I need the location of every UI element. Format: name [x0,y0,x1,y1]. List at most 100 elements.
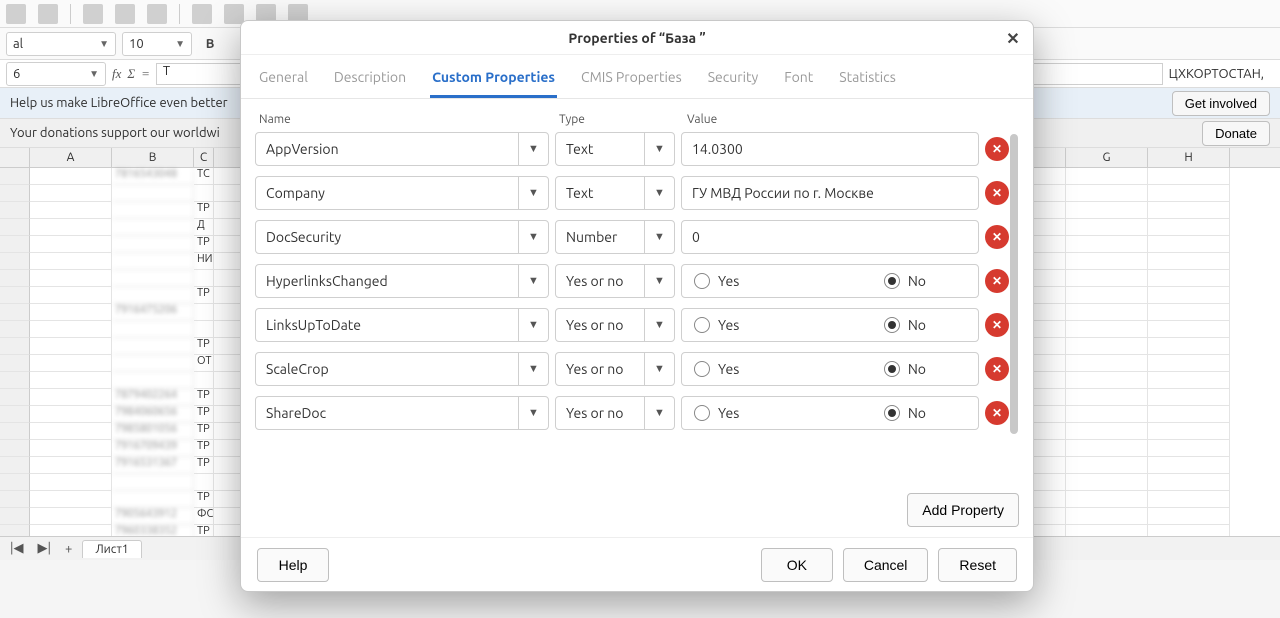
scrollbar[interactable] [1009,132,1019,487]
property-row: DocSecurity▼Number▼0✕ [255,220,1009,254]
help-button[interactable]: Help [257,548,329,582]
delete-property-button[interactable]: ✕ [985,401,1009,425]
property-row: AppVersion▼Text▼14.0300✕ [255,132,1009,166]
toolbar-icon[interactable] [192,4,212,24]
property-name-text: LinksUpToDate [256,317,518,333]
delete-property-button[interactable]: ✕ [985,181,1009,205]
close-button[interactable]: ✕ [1003,28,1023,48]
delete-property-button[interactable]: ✕ [985,357,1009,381]
tab-nav-last[interactable]: ▶| [34,541,56,556]
property-yesno-value[interactable]: Yes No [681,308,979,342]
chevron-down-icon: ▼ [518,221,548,253]
property-type-combo[interactable]: Text▼ [555,176,675,210]
property-name-combo[interactable]: ShareDoc▼ [255,396,549,430]
donate-button[interactable]: Donate [1202,121,1270,146]
toolbar-icon[interactable] [83,4,103,24]
ok-button[interactable]: OK [761,548,833,582]
property-yesno-value[interactable]: Yes No [681,352,979,386]
property-name-text: ShareDoc [256,405,518,421]
name-box-text: 6 [13,67,20,81]
dialog-tab-custom-properties[interactable]: Custom Properties [430,63,557,98]
property-yesno-value[interactable]: Yes No [681,396,979,430]
property-name-combo[interactable]: LinksUpToDate▼ [255,308,549,342]
tab-add[interactable]: + [61,542,76,556]
header-type: Type [559,113,687,126]
tab-nav-first[interactable]: |◀ [6,541,28,556]
property-type-text: Number [556,229,644,245]
property-name-combo[interactable]: DocSecurity▼ [255,220,549,254]
property-name-combo[interactable]: Company▼ [255,176,549,210]
chevron-down-icon: ▼ [83,68,99,80]
property-yesno-value[interactable]: Yes No [681,264,979,298]
col-header[interactable]: A [30,148,112,167]
formula-icons: fx Σ = [112,66,150,82]
property-row: HyperlinksChanged▼Yes or no▼YesNo✕ [255,264,1009,298]
dialog-tab-general[interactable]: General [257,63,310,98]
col-header[interactable]: H [1148,148,1230,167]
col-header[interactable]: G [1066,148,1148,167]
radio-no[interactable]: No [884,273,926,289]
chevron-down-icon: ▼ [644,221,674,253]
property-type-text: Text [556,141,644,157]
font-size-text: 10 [129,37,144,51]
property-type-text: Yes or no [556,273,644,289]
font-name-text: al [13,37,23,51]
get-involved-button[interactable]: Get involved [1172,91,1270,116]
property-type-combo[interactable]: Yes or no▼ [555,396,675,430]
toolbar-icon[interactable] [115,4,135,24]
radio-no[interactable]: No [884,317,926,333]
dialog-tab-statistics[interactable]: Statistics [837,63,897,98]
property-name-text: ScaleCrop [256,361,518,377]
radio-yes[interactable]: Yes [694,273,739,289]
property-type-combo[interactable]: Text▼ [555,132,675,166]
chevron-down-icon: ▼ [644,265,674,297]
radio-yes[interactable]: Yes [694,405,739,421]
dialog-tab-description[interactable]: Description [332,63,408,98]
delete-property-button[interactable]: ✕ [985,137,1009,161]
chevron-down-icon: ▼ [518,133,548,165]
sheet-tab-active[interactable]: Лист1 [82,540,141,558]
property-name-combo[interactable]: HyperlinksChanged▼ [255,264,549,298]
radio-yes[interactable]: Yes [694,317,739,333]
property-type-combo[interactable]: Number▼ [555,220,675,254]
cancel-button[interactable]: Cancel [843,548,929,582]
radio-icon [884,273,900,289]
name-box[interactable]: 6 ▼ [6,62,106,86]
sigma-icon[interactable]: Σ [127,66,135,82]
property-row: ScaleCrop▼Yes or no▼ Yes No ✕ [255,352,1009,386]
bold-button[interactable]: B [198,32,222,56]
property-value-input[interactable]: 0 [681,220,979,254]
toolbar-icon[interactable] [38,4,58,24]
col-header[interactable]: C [194,148,214,167]
font-name-combo[interactable]: al ▼ [6,32,116,56]
reset-button[interactable]: Reset [938,548,1017,582]
add-property-button[interactable]: Add Property [907,493,1019,527]
custom-properties-rows: AppVersion▼Text▼14.0300✕Company▼Text▼ГУ … [255,132,1019,487]
toolbar-icon[interactable] [6,4,26,24]
radio-icon [694,361,710,377]
fx-icon[interactable]: fx [112,66,121,82]
toolbar-icon[interactable] [147,4,167,24]
equals-icon[interactable]: = [141,66,150,82]
property-type-combo[interactable]: Yes or no▼ [555,308,675,342]
delete-property-button[interactable]: ✕ [985,269,1009,293]
property-name-text: AppVersion [256,141,518,157]
dialog-tab-font[interactable]: Font [782,63,815,98]
property-name-text: Company [256,185,518,201]
dialog-tab-cmis-properties[interactable]: CMIS Properties [579,63,684,98]
radio-yes[interactable]: Yes [694,361,739,377]
property-type-combo[interactable]: Yes or no▼ [555,264,675,298]
radio-no[interactable]: No [884,361,926,377]
property-value-input[interactable]: 14.0300 [681,132,979,166]
col-header[interactable]: B [112,148,194,167]
delete-property-button[interactable]: ✕ [985,225,1009,249]
property-value-input[interactable]: ГУ МВД России по г. Москве [681,176,979,210]
delete-property-button[interactable]: ✕ [985,313,1009,337]
dialog-tab-security[interactable]: Security [706,63,761,98]
font-size-combo[interactable]: 10 ▼ [122,32,192,56]
property-name-combo[interactable]: ScaleCrop▼ [255,352,549,386]
property-type-combo[interactable]: Yes or no▼ [555,352,675,386]
dialog-title: Properties of “База ” [568,30,705,46]
radio-no[interactable]: No [884,405,926,421]
property-name-combo[interactable]: AppVersion▼ [255,132,549,166]
